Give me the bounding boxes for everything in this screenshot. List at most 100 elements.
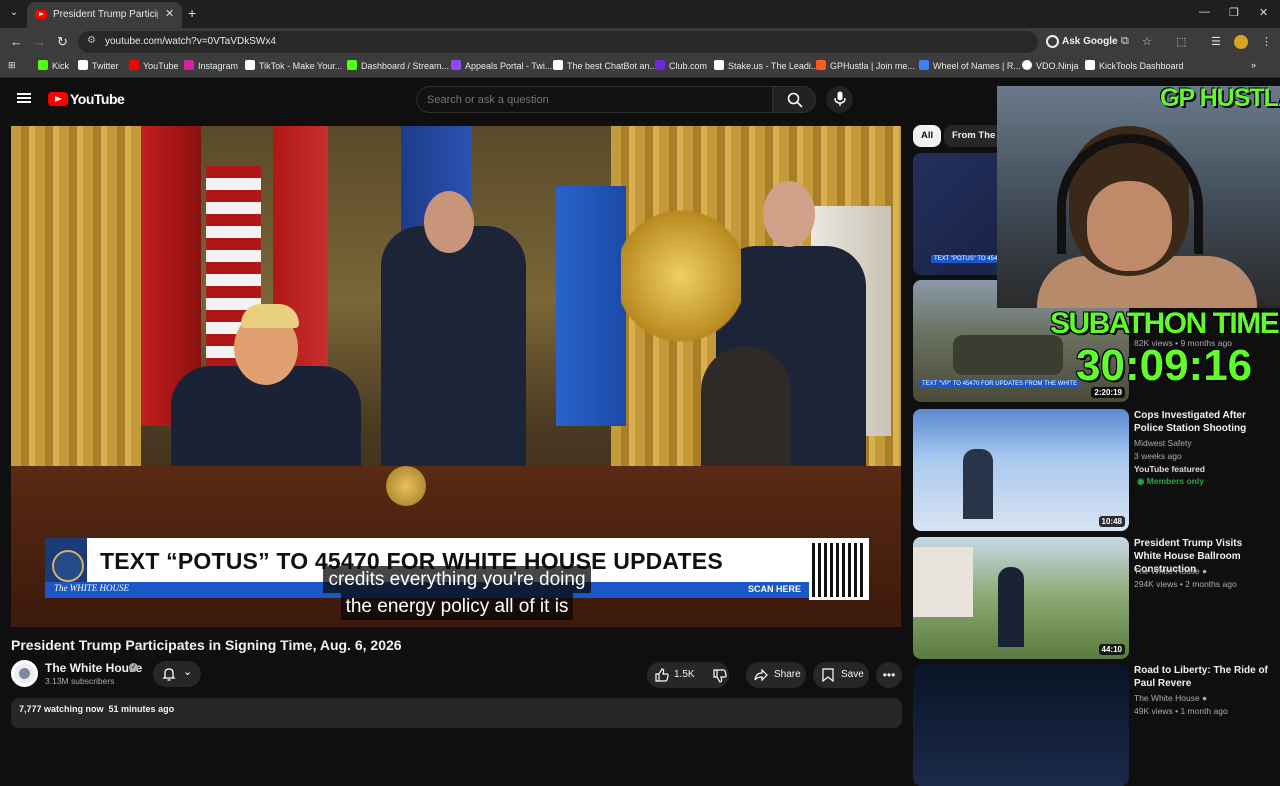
profile-avatar[interactable] (1234, 35, 1248, 49)
video-title: President Trump Participates in Signing … (11, 637, 402, 653)
video-title[interactable]: Road to Liberty: The Ride of Paul Revere (1134, 664, 1269, 690)
gold-eagle-statue (621, 206, 741, 346)
hair-seated (241, 304, 299, 328)
bookmark-star-icon[interactable]: ☆ (1142, 35, 1152, 48)
bookmark-appeals-portal[interactable]: Appeals Portal - Twi... (451, 60, 552, 71)
share-button[interactable]: Share (746, 662, 806, 688)
video-duration: 44:10 (1098, 644, 1125, 655)
bookmark-wheel-of-names[interactable]: Wheel of Names | R... (919, 60, 1021, 71)
url-text: youtube.com/watch?v=0VTaVDkSWx4 (105, 36, 276, 47)
bookmark-instagram[interactable]: Instagram (184, 60, 238, 71)
like-count[interactable]: 1.5K (674, 662, 695, 688)
extensions-icon[interactable]: ⬚ (1176, 35, 1186, 48)
channel-name[interactable]: The White House (45, 661, 142, 675)
hamburger-menu-icon[interactable] (17, 93, 31, 103)
search-box[interactable] (416, 86, 773, 113)
bookmark-twitter[interactable]: Twitter (78, 60, 119, 71)
verified-check-icon: ✓ (129, 663, 138, 672)
share-arrow-icon (754, 668, 768, 682)
like-dislike-group: 1.5K (647, 662, 729, 688)
bookmark-youtube[interactable]: YouTube (129, 60, 178, 71)
new-tab-icon[interactable]: + (188, 5, 196, 21)
browser-tab-bar: ⌄ President Trump Participates in ✕ + — … (0, 0, 1280, 28)
more-bookmarks-icon[interactable]: » (1251, 60, 1256, 70)
cast-icon[interactable]: ⧉ (1121, 35, 1129, 48)
recommendation-thumbnail[interactable]: 10:48 (913, 409, 1129, 531)
video-title[interactable]: Cops Investigated After Police Station S… (1134, 409, 1269, 435)
stream-brand-text: GP HUSTLA (1160, 84, 1280, 112)
video-player[interactable]: TEXT “POTUS” TO 45470 FOR WHITE HOUSE UP… (11, 126, 901, 627)
white-house-brand: The WHITE HOUSE (54, 583, 129, 593)
curtain-left (11, 126, 141, 486)
bookmark-dashboard[interactable]: Dashboard / Stream... (347, 60, 449, 71)
bookmark-kicktools[interactable]: KickTools Dashboard (1085, 60, 1184, 71)
apps-icon[interactable]: ⊞ (8, 60, 16, 71)
close-window-icon[interactable]: ✕ (1259, 6, 1268, 19)
forward-icon[interactable]: → (33, 34, 46, 49)
save-icon (822, 668, 834, 682)
more-actions-icon[interactable]: ••• (876, 662, 902, 688)
members-only-badge: ◉ Members only (1137, 476, 1204, 486)
chip-all[interactable]: All (913, 125, 942, 147)
thumbnail-text: TEXT "VP" TO 45470 FOR UPDATES FROM THE … (919, 380, 1081, 388)
bookmark-club[interactable]: Club.com (655, 60, 707, 71)
voice-search-button[interactable] (826, 86, 853, 113)
bookmark-stake[interactable]: Stake.us - The Leadi... (714, 60, 818, 71)
closed-caption: credits everything you're doing the ener… (302, 566, 612, 620)
recommendation-thumbnail[interactable] (913, 664, 1129, 786)
url-field[interactable]: ⚙ youtube.com/watch?v=0VTaVDkSWx4 (78, 31, 1038, 53)
person-standing-left (381, 226, 526, 486)
bookmark-vdo-ninja[interactable]: VDO.Ninja (1022, 60, 1079, 71)
head-standing-right (763, 181, 815, 247)
tab-close-icon[interactable]: ✕ (165, 7, 174, 20)
notification-bell-button[interactable]: ⌄ (153, 661, 201, 687)
restore-icon[interactable]: ❐ (1229, 6, 1239, 19)
youtube-favicon-icon (35, 10, 47, 19)
thumbnail-person (963, 449, 993, 519)
channel-name[interactable]: The White House ● (1134, 566, 1207, 576)
reading-list-icon[interactable]: ☰ (1211, 35, 1221, 48)
youtube-wordmark[interactable]: YouTube (70, 91, 125, 107)
search-input[interactable] (427, 93, 757, 107)
tab-search-dropdown-icon[interactable]: ⌄ (6, 5, 22, 21)
browser-tab-active[interactable]: President Trump Participates in ✕ (27, 2, 182, 28)
minimize-icon[interactable]: — (1199, 6, 1210, 18)
ask-google-button[interactable]: Ask Google (1042, 32, 1124, 52)
reload-icon[interactable]: ↻ (57, 34, 68, 50)
thumbs-up-icon[interactable] (655, 668, 669, 682)
head-standing-left (424, 191, 474, 253)
subathon-label: SUBATHON TIMER (1050, 307, 1280, 340)
site-info-icon[interactable]: ⚙ (87, 35, 96, 46)
youtube-logo-icon[interactable] (48, 92, 68, 106)
save-label: Save (841, 669, 864, 680)
channel-name[interactable]: The White House ● (1134, 693, 1207, 703)
browser-menu-icon[interactable]: ⋮ (1261, 35, 1272, 48)
save-button[interactable]: Save (813, 662, 869, 688)
share-label: Share (774, 669, 801, 680)
channel-name[interactable]: Midwest Safety (1134, 438, 1192, 448)
chevron-down-icon: ⌄ (183, 666, 193, 678)
gold-coin (386, 466, 426, 506)
flag-air-force (556, 186, 626, 426)
back-icon[interactable]: ← (10, 34, 23, 49)
qr-code (809, 540, 869, 600)
search-button[interactable] (772, 86, 816, 113)
bookmarks-bar: ⊞ Kick Twitter YouTube Instagram TikTok … (0, 56, 1280, 78)
verified-check-icon: ● (1202, 693, 1208, 703)
video-meta: 49K views • 1 month ago (1134, 706, 1228, 716)
bookmark-chatbot[interactable]: The best ChatBot an... (553, 60, 657, 71)
channel-avatar[interactable] (11, 660, 38, 687)
bookmark-gphustla[interactable]: GPHustla | Join me... (816, 60, 915, 71)
bookmark-tiktok[interactable]: TikTok - Make Your... (245, 60, 342, 71)
recommendation-thumbnail[interactable]: 44:10 (913, 537, 1129, 659)
description-box[interactable]: 7,777 watching now 51 minutes ago (11, 698, 902, 728)
bookmark-kick[interactable]: Kick (38, 60, 69, 71)
bell-icon (162, 668, 176, 681)
address-toolbar: ← → ↻ ⚙ youtube.com/watch?v=0VTaVDkSWx4 … (0, 28, 1280, 56)
white-house-building (913, 547, 973, 617)
tab-title: President Trump Participates in (53, 9, 158, 20)
ask-google-label: Ask Google (1062, 36, 1118, 47)
scan-here-label: SCAN HERE (748, 584, 802, 594)
microphone-icon (834, 91, 846, 106)
watch-stats: 7,777 watching now 51 minutes ago (19, 704, 175, 714)
